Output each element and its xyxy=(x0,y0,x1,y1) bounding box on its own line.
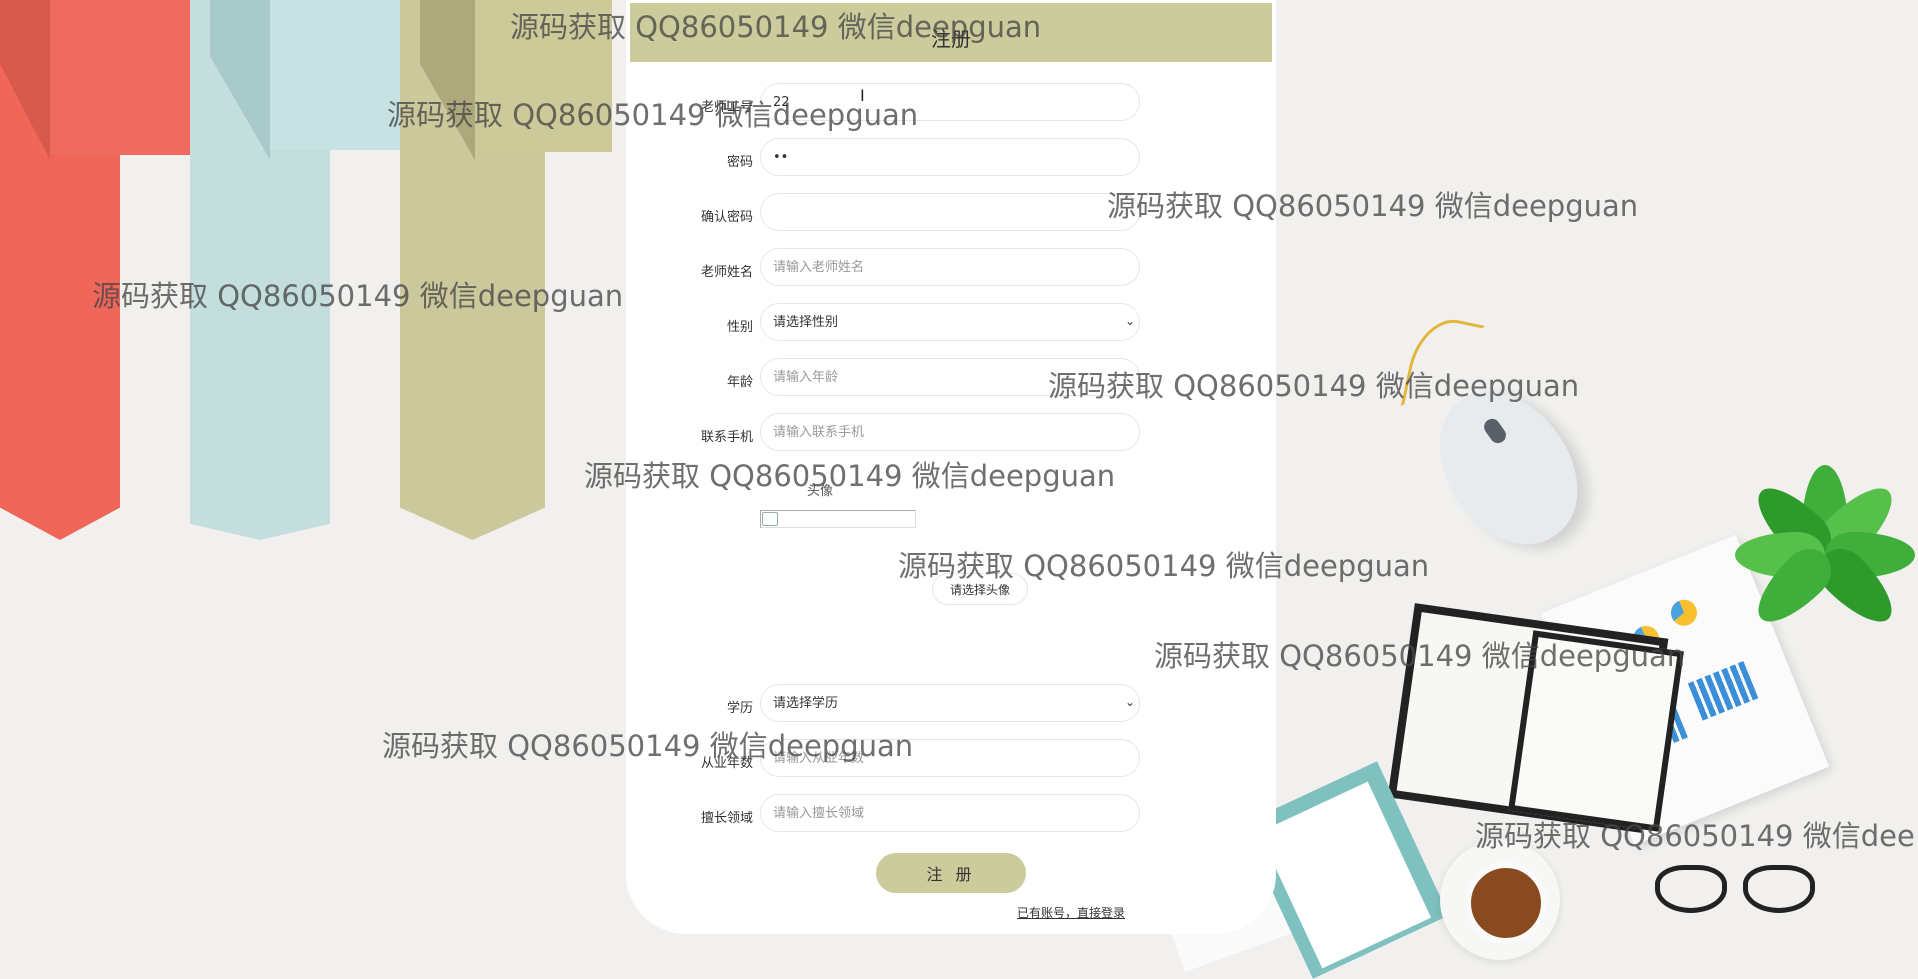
phone-label: 联系手机 xyxy=(700,430,753,445)
chevron-down-icon: ⌄ xyxy=(1125,314,1136,328)
bar-graph-icon xyxy=(1687,661,1759,721)
blue-ribbon-fold xyxy=(260,0,400,150)
red-ribbon-fold xyxy=(40,0,190,155)
specialty-input[interactable] xyxy=(760,794,1140,832)
coffee-cup-decoration xyxy=(1465,862,1547,944)
confirm-password-label: 确认密码 xyxy=(700,210,753,225)
age-label: 年龄 xyxy=(726,375,753,390)
glasses-lens xyxy=(1655,865,1727,913)
notebook-page-decoration xyxy=(1508,630,1684,832)
avatar-image-preview xyxy=(760,510,916,528)
specialty-label: 擅长领域 xyxy=(700,811,753,826)
chevron-down-icon: ⌄ xyxy=(1125,695,1136,709)
register-button[interactable]: 注 册 xyxy=(876,853,1026,893)
gender-label: 性别 xyxy=(726,320,753,335)
account-input[interactable] xyxy=(760,83,1140,121)
avatar-label: 头像 xyxy=(806,484,833,499)
potted-plant-decoration xyxy=(1735,420,1915,635)
broken-image-icon xyxy=(762,512,778,526)
password-input[interactable] xyxy=(760,138,1140,176)
page-title: 注册 xyxy=(931,27,971,51)
choose-avatar-button[interactable]: 请选择头像 xyxy=(932,573,1028,605)
teacher-name-input[interactable] xyxy=(760,248,1140,286)
glasses-lens xyxy=(1743,865,1815,913)
eyeglasses-decoration xyxy=(1655,855,1815,915)
password-label: 密码 xyxy=(726,155,753,170)
phone-input[interactable] xyxy=(760,413,1140,451)
account-label: 老师工号 xyxy=(700,100,753,115)
olive-ribbon-fold xyxy=(470,0,612,152)
education-select[interactable]: 请选择学历 xyxy=(760,684,1140,722)
register-header: 注册 xyxy=(630,3,1272,62)
education-label: 学历 xyxy=(726,701,753,716)
pie-chart-icon xyxy=(1667,595,1701,630)
years-input[interactable] xyxy=(760,739,1140,777)
login-link[interactable]: 已有账号，直接登录 xyxy=(1017,904,1125,921)
age-input[interactable] xyxy=(760,358,1140,396)
text-cursor-icon: I xyxy=(860,86,865,105)
years-label: 从业年数 xyxy=(700,756,753,771)
gender-select[interactable]: 请选择性别 xyxy=(760,303,1140,341)
confirm-password-input[interactable] xyxy=(760,193,1140,231)
teacher-name-label: 老师姓名 xyxy=(700,265,753,280)
